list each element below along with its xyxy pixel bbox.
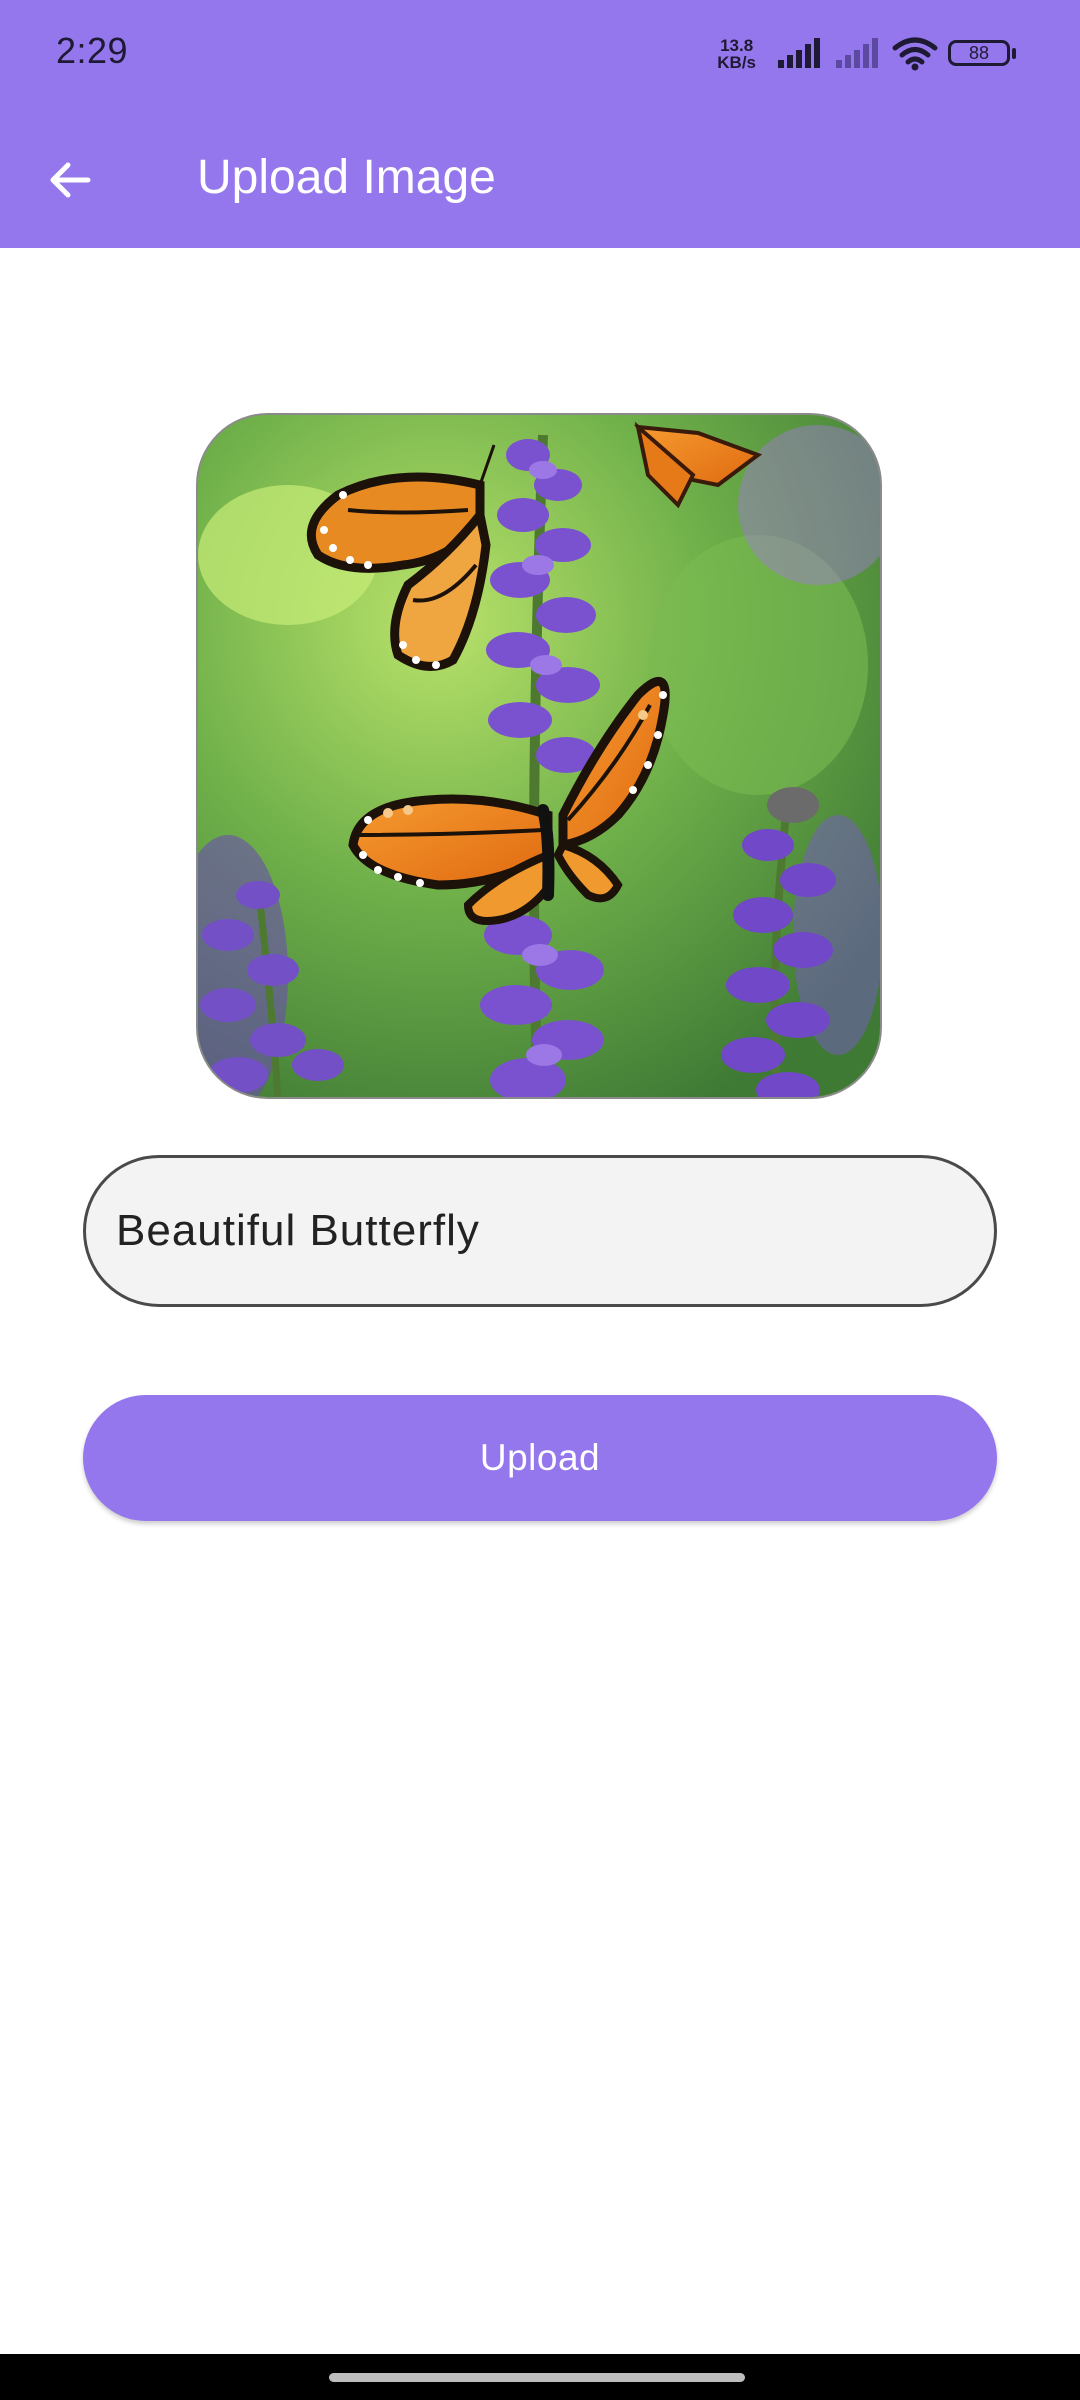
signal-bars-icon (836, 38, 878, 68)
back-button[interactable] (30, 140, 110, 220)
home-indicator[interactable] (329, 2373, 745, 2382)
battery-level: 88 (968, 43, 990, 63)
image-title-input[interactable] (83, 1155, 997, 1307)
wifi-icon (892, 37, 938, 71)
upload-button-label: Upload (479, 1437, 601, 1478)
network-speed-value: 13.8 (720, 36, 754, 55)
status-bar: 2:29 13.8 KB/s 88 (0, 0, 1080, 110)
upload-button[interactable]: Upload (83, 1395, 997, 1521)
status-time: 2:29 (56, 30, 129, 71)
page-title: Upload Image (197, 151, 496, 204)
network-speed-unit: KB/s (717, 53, 756, 72)
app-bar: Upload Image (0, 110, 1080, 248)
image-preview[interactable] (196, 413, 882, 1099)
status-icons: 13.8 KB/s 88 (717, 34, 1020, 74)
navigation-bar (0, 2354, 1080, 2400)
upload-image-screen: 2:29 13.8 KB/s 88 Upload Image Beautiful… (0, 0, 1080, 2400)
network-speed: 13.8 KB/s (717, 37, 756, 71)
butterfly-photo (198, 415, 880, 1097)
arrow-left-icon (50, 162, 91, 198)
battery-icon: 88 (948, 38, 1020, 70)
signal-bars-icon (778, 38, 820, 68)
